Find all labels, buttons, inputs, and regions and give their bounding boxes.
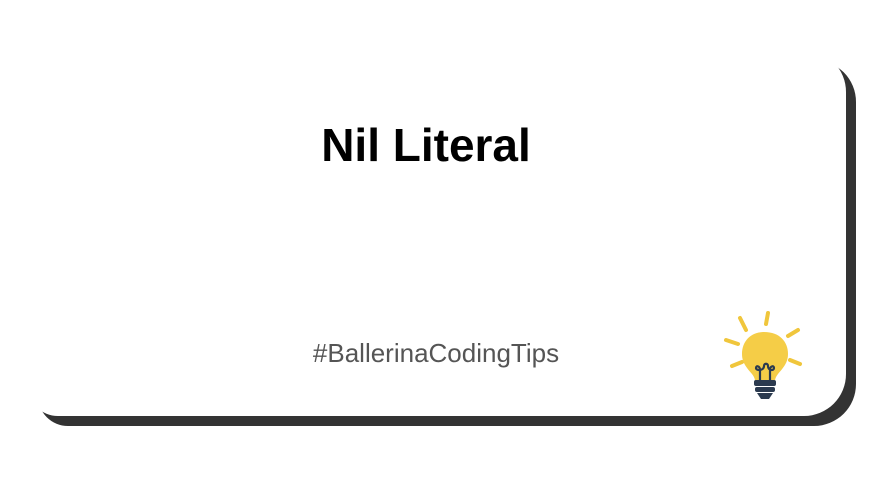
slide-title: Nil Literal (321, 119, 531, 171)
slide: Nil Literal #BallerinaCodingTips (0, 0, 872, 486)
lightbulb-icon (724, 311, 802, 399)
